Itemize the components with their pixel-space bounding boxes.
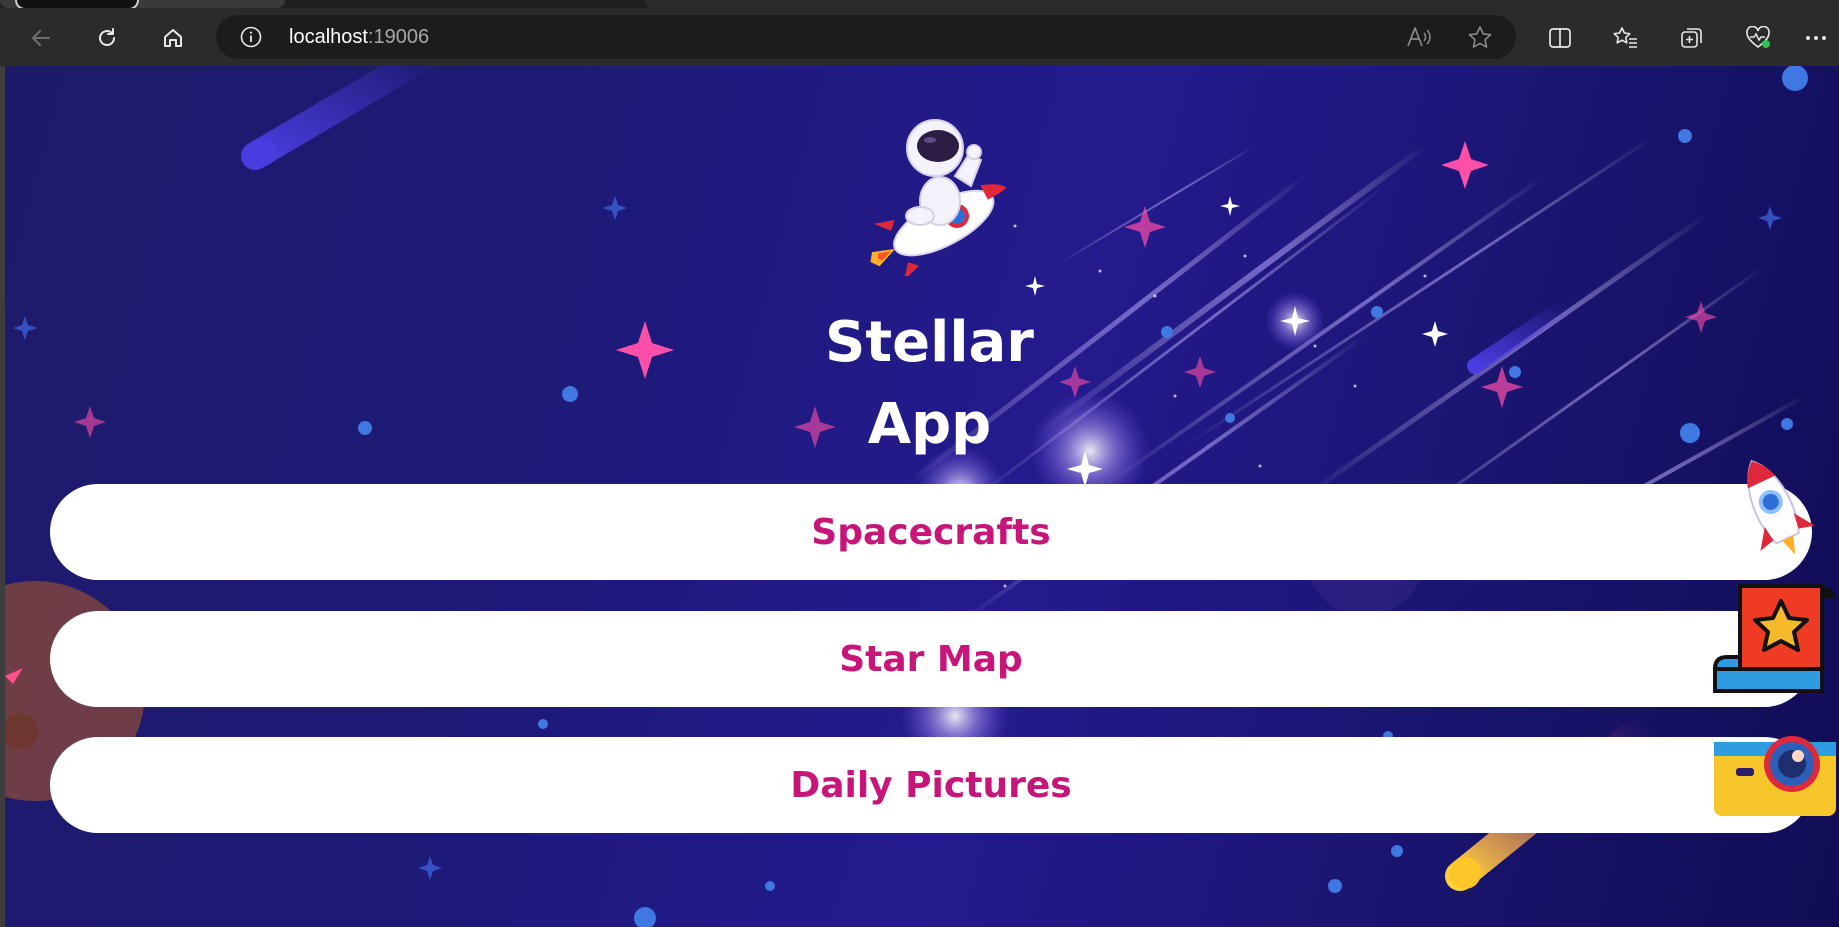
title-line-2: App <box>867 392 992 457</box>
favorites-icon[interactable] <box>1609 21 1643 55</box>
star-map-label: Star Map <box>839 638 1023 680</box>
app-page: Stellar App Spacecrafts Star Map Daily P… <box>5 66 1839 927</box>
browser-toolbar: localhost:19006 <box>0 8 1839 66</box>
url-port: :19006 <box>367 26 430 48</box>
camera-icon[interactable] <box>1710 726 1839 821</box>
add-favorite-icon[interactable] <box>1467 25 1493 49</box>
daily-pictures-button[interactable]: Daily Pictures <box>50 737 1812 833</box>
read-aloud-icon[interactable] <box>1406 26 1432 48</box>
refresh-icon[interactable] <box>90 21 124 55</box>
page-title: Stellar App <box>5 302 1839 466</box>
spacecrafts-label: Spacecrafts <box>811 511 1051 553</box>
url-text[interactable]: localhost:19006 <box>289 26 429 48</box>
split-screen-icon[interactable] <box>1543 21 1577 55</box>
tab-strip-right <box>645 0 1839 8</box>
spacecrafts-button[interactable]: Spacecrafts <box>50 484 1812 580</box>
star-map-icon[interactable] <box>1710 581 1839 696</box>
url-host: localhost <box>289 26 368 48</box>
collections-icon[interactable] <box>1675 21 1709 55</box>
rocket-icon[interactable] <box>1725 451 1825 566</box>
browser-essentials-icon[interactable] <box>1741 21 1775 55</box>
site-info-icon[interactable] <box>240 26 262 48</box>
home-icon[interactable] <box>156 21 190 55</box>
tab-strip <box>0 0 1839 10</box>
active-tab[interactable] <box>0 0 285 10</box>
daily-pictures-label: Daily Pictures <box>790 764 1072 806</box>
title-line-1: Stellar <box>825 310 1034 375</box>
astronaut-rocket-logo <box>870 119 1007 276</box>
back-icon[interactable] <box>24 21 58 55</box>
more-icon[interactable] <box>1799 21 1833 55</box>
address-bar[interactable]: localhost:19006 <box>216 15 1516 59</box>
star-map-button[interactable]: Star Map <box>50 611 1812 707</box>
